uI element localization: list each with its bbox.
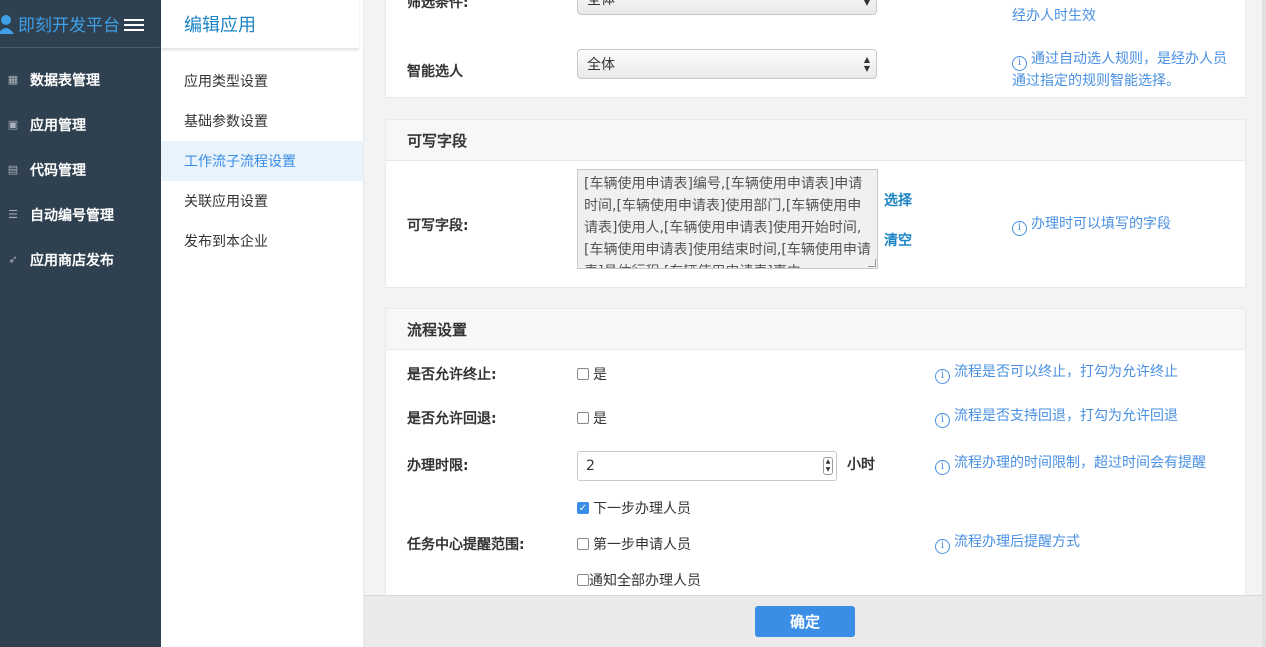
rollback-hint-text: 流程是否支持回退，打勾为允许回退 <box>954 408 1178 424</box>
sidebar-item-tables[interactable]: ▦ 数据表管理 <box>0 57 161 102</box>
main-sidebar: 即刻开发平台 ▦ 数据表管理 ▣ 应用管理 ▤ 代码管理 ☰ 自动编号管理 ➶ 应用商店发… <box>0 0 161 647</box>
main-content: 筛选条件: 全体 ▼ 经办人时生效 智能选人 全体 ▲ ▼ i 通过自动选人规则，是… <box>364 0 1266 595</box>
brand-title: 即刻开发平台 <box>18 16 120 36</box>
remind-option-label: 下一步办理人员 <box>593 501 691 517</box>
calendar-icon: ▦ <box>7 73 19 86</box>
filter-label: 筛选条件: <box>407 0 469 11</box>
spinner-arrows-icon[interactable]: ▲ ▼ <box>823 457 833 475</box>
writable-hint: i 办理时可以填写的字段 <box>1012 214 1171 236</box>
select-fields-link[interactable]: 选择 <box>884 190 912 210</box>
rollback-hint: i 流程是否支持回退，打勾为允许回退 <box>935 406 1178 428</box>
remind-label: 任务中心提醒范围: <box>407 537 525 553</box>
updown-arrows-icon: ▲ ▼ <box>863 55 870 73</box>
deadline-hint-text: 流程办理的时间限制，超过时间会有提醒 <box>954 455 1206 471</box>
terminate-hint-text: 流程是否可以终止，打勾为允许终止 <box>954 364 1178 380</box>
subnav-item-related-apps[interactable]: 关联应用设置 <box>161 181 363 221</box>
resize-grip-icon[interactable] <box>868 259 876 267</box>
smart-select-hint: i 通过自动选人规则，是经办人员通过指定的规则智能选择。 <box>1012 49 1227 91</box>
code-window-icon: ▤ <box>7 163 19 176</box>
writable-fields-textarea[interactable]: [车辆使用申请表]编号,[车辆使用申请表]申请时间,[车辆使用申请表]使用部门,… <box>577 169 878 269</box>
terminate-hint: i 流程是否可以终止，打勾为允许终止 <box>935 362 1178 384</box>
confirm-button[interactable]: 确定 <box>755 606 855 637</box>
subnav-item-app-type[interactable]: 应用类型设置 <box>161 61 363 101</box>
sidebar-item-label: 应用商店发布 <box>30 252 114 269</box>
edit-app-nav: 编辑应用 应用类型设置 基础参数设置 工作流子流程设置 关联应用设置 发布到本企… <box>161 0 364 647</box>
info-icon: i <box>1012 55 1027 71</box>
user-logo-icon <box>0 14 14 34</box>
checkbox-checked-icon[interactable]: ✓ <box>577 502 589 514</box>
list-icon: ☰ <box>8 208 18 221</box>
filter-hint-text: 经办人时生效 <box>1012 8 1096 24</box>
flow-panel-title: 流程设置 <box>386 309 1245 350</box>
info-icon: i <box>935 459 950 475</box>
terminate-label: 是否允许终止: <box>407 367 497 383</box>
writable-panel-title: 可写字段 <box>386 120 1245 161</box>
footer-bar: 确定 <box>364 595 1266 647</box>
sidebar-item-appstore[interactable]: ➶ 应用商店发布 <box>0 237 161 282</box>
sidebar-item-apps[interactable]: ▣ 应用管理 <box>0 102 161 147</box>
remind-first-checkbox[interactable]: 第一步申请人员 <box>577 534 691 554</box>
smart-select-hint-text: 通过自动选人规则，是经办人员通过指定的规则智能选择。 <box>1012 51 1227 89</box>
flow-settings-panel: 流程设置 是否允许终止: 是 i 流程是否可以终止，打勾为允许终止 是否允许回退:… <box>385 308 1246 595</box>
filter-hint: 经办人时生效 <box>1012 6 1222 26</box>
smart-select-value: 全体 <box>587 57 615 73</box>
remind-next-checkbox[interactable]: ✓ 下一步办理人员 <box>577 498 691 518</box>
rollback-option: 是 <box>593 411 607 427</box>
selection-panel: 筛选条件: 全体 ▼ 经办人时生效 智能选人 全体 ▲ ▼ i 通过自动选人规则，是… <box>385 0 1246 98</box>
filter-select-value: 全体 <box>587 0 615 8</box>
remind-all-checkbox[interactable]: 通知全部办理人员 <box>577 570 701 590</box>
hamburger-menu-icon[interactable] <box>124 16 144 32</box>
writable-label: 可写字段: <box>407 218 469 234</box>
terminate-option: 是 <box>593 367 607 383</box>
terminate-checkbox[interactable]: 是 <box>577 364 607 384</box>
remind-option-label: 通知全部办理人员 <box>589 573 701 589</box>
sidebar-item-label: 自动编号管理 <box>30 207 114 224</box>
chevron-down-icon: ▼ <box>863 0 870 7</box>
checkbox-box[interactable] <box>577 574 589 586</box>
subnav-item-base-params[interactable]: 基础参数设置 <box>161 101 363 141</box>
smart-select[interactable]: 全体 ▲ ▼ <box>577 49 877 79</box>
checkbox-box[interactable] <box>577 368 589 380</box>
sidebar-item-code[interactable]: ▤ 代码管理 <box>0 147 161 192</box>
deadline-unit: 小时 <box>847 457 875 473</box>
sidebar-item-label: 数据表管理 <box>30 72 100 89</box>
checkbox-box[interactable] <box>577 538 589 550</box>
deadline-input[interactable]: 2 ▲ ▼ <box>577 451 837 481</box>
info-icon: i <box>935 412 950 428</box>
monitor-icon: ▣ <box>7 118 19 131</box>
deadline-hint: i 流程办理的时间限制，超过时间会有提醒 <box>935 453 1206 475</box>
info-icon: i <box>935 538 950 554</box>
brand: 即刻开发平台 <box>0 0 161 48</box>
deadline-value: 2 <box>586 458 595 474</box>
remind-hint: i 流程办理后提醒方式 <box>935 532 1080 554</box>
sidebar-item-autonumber[interactable]: ☰ 自动编号管理 <box>0 192 161 237</box>
remind-hint-text: 流程办理后提醒方式 <box>954 534 1080 550</box>
rocket-icon: ➶ <box>8 253 18 266</box>
subnav-item-publish[interactable]: 发布到本企业 <box>161 221 363 261</box>
main-nav: ▦ 数据表管理 ▣ 应用管理 ▤ 代码管理 ☰ 自动编号管理 ➶ 应用商店发布 <box>0 57 161 282</box>
subnav-title: 编辑应用 <box>161 0 359 48</box>
checkbox-box[interactable] <box>577 412 589 424</box>
filter-select[interactable]: 全体 ▼ <box>577 0 877 15</box>
remind-option-label: 第一步申请人员 <box>593 537 691 553</box>
rollback-checkbox[interactable]: 是 <box>577 408 607 428</box>
writable-fields-panel: 可写字段 可写字段: [车辆使用申请表]编号,[车辆使用申请表]申请时间,[车辆… <box>385 119 1246 288</box>
smart-select-label: 智能选人 <box>407 64 463 80</box>
subnav-item-workflow[interactable]: 工作流子流程设置 <box>161 141 363 181</box>
clear-fields-link[interactable]: 清空 <box>884 230 912 250</box>
sidebar-item-label: 代码管理 <box>30 162 86 179</box>
deadline-label: 办理时限: <box>407 458 469 474</box>
page-scrollbar[interactable] <box>1262 0 1266 647</box>
sidebar-item-label: 应用管理 <box>30 117 86 134</box>
info-icon: i <box>935 368 950 384</box>
writable-hint-text: 办理时可以填写的字段 <box>1031 216 1171 232</box>
info-icon: i <box>1012 220 1027 236</box>
writable-fields-value: [车辆使用申请表]编号,[车辆使用申请表]申请时间,[车辆使用申请表]使用部门,… <box>584 176 871 268</box>
rollback-label: 是否允许回退: <box>407 411 497 427</box>
